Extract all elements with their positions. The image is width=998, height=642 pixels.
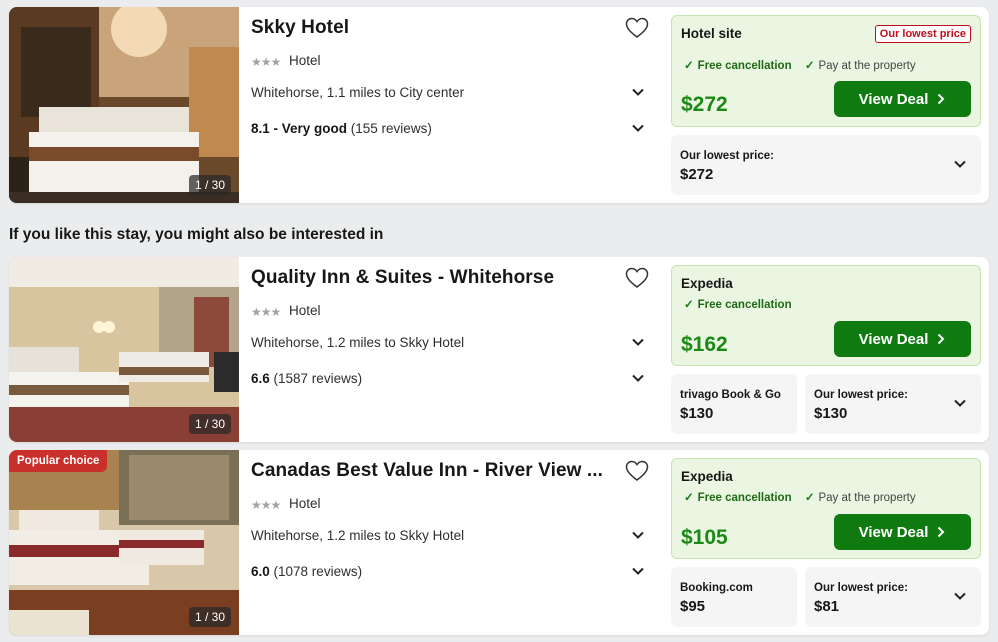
sub-label: Booking.com (680, 582, 753, 594)
hotel-name[interactable]: Canadas Best Value Inn - River View ... (251, 460, 606, 482)
chevron-down-icon (632, 338, 644, 346)
top-deal-panel[interactable]: Expedia ✓ Free cancellation ✓ Pay at the p… (671, 458, 981, 559)
location-row[interactable]: Whitehorse, 1.2 miles to Skky Hotel (251, 335, 647, 350)
alt-deal-booking[interactable]: Booking.com $95 (671, 567, 797, 627)
sub-label: Our lowest price: (814, 582, 908, 594)
review-count: (155 reviews) (347, 121, 432, 136)
hotel-room-image (9, 7, 239, 203)
hotel-card-canadas-best-value[interactable]: Popular choice 1 / 30 Canadas Best Value… (9, 450, 989, 635)
top-deal-panel[interactable]: Expedia ✓ Free cancellation $162 View Dea… (671, 265, 981, 366)
photo-counter: 1 / 30 (188, 414, 231, 434)
sub-label: Our lowest price: (680, 150, 774, 162)
sub-price: $95 (680, 598, 706, 615)
accommodation-type: Hotel (289, 496, 321, 511)
rating-row[interactable]: 6.0 (1078 reviews) (251, 564, 647, 579)
deal-perks: ✓ Free cancellation ✓ Pay at the property (684, 58, 926, 72)
location-text: Whitehorse, 1.1 miles to City center (251, 85, 465, 100)
chevron-down-icon (632, 124, 644, 132)
hotel-photo[interactable]: 1 / 30 (9, 7, 239, 203)
sub-price: $81 (814, 598, 840, 615)
photo-counter: 1 / 30 (188, 607, 231, 627)
view-deal-button[interactable]: View Deal (834, 81, 971, 117)
check-icon: ✓ (804, 60, 815, 72)
lowest-price-badge: Our lowest price (874, 25, 971, 43)
hotel-photo[interactable]: 1 / 30 (9, 257, 239, 442)
check-icon: ✓ (684, 492, 694, 504)
deal-price: $162 (681, 333, 728, 356)
chevron-down-icon (632, 88, 644, 96)
chevron-down-icon (632, 567, 644, 575)
star-rating-icons: ★★★ (251, 55, 281, 69)
hotel-photo[interactable]: Popular choice 1 / 30 (9, 450, 239, 635)
favorite-heart-icon[interactable] (625, 267, 649, 289)
perk-free-cancellation: ✓ Free cancellation (684, 492, 792, 504)
view-deal-button[interactable]: View Deal (834, 514, 971, 550)
location-row[interactable]: Whitehorse, 1.2 miles to Skky Hotel (251, 528, 647, 543)
chevron-down-icon (954, 399, 966, 407)
accommodation-type: Hotel (289, 53, 321, 68)
favorite-heart-icon[interactable] (625, 460, 649, 482)
check-icon: ✓ (684, 60, 694, 72)
view-deal-button[interactable]: View Deal (834, 321, 971, 357)
sub-price: $130 (814, 405, 848, 422)
review-count: (1078 reviews) (269, 564, 363, 579)
deal-price: $105 (681, 526, 728, 549)
popular-choice-badge: Popular choice (9, 450, 108, 472)
section-heading: If you like this stay, you might also be… (9, 226, 384, 243)
lowest-price-dropdown[interactable]: Our lowest price: $81 (805, 567, 981, 627)
hotel-name[interactable]: Skky Hotel (251, 17, 606, 39)
location-text: Whitehorse, 1.2 miles to Skky Hotel (251, 335, 465, 350)
perk-pay-at-property: ✓ Pay at the property (804, 492, 916, 504)
check-icon: ✓ (684, 299, 694, 311)
rating-row[interactable]: 8.1 - Very good (155 reviews) (251, 121, 647, 136)
deal-price: $272 (681, 93, 728, 116)
lowest-price-dropdown[interactable]: Our lowest price: $130 (805, 374, 981, 434)
deal-provider: Expedia (681, 276, 733, 291)
rating-score: 6.6 (251, 371, 270, 386)
hotel-card-skky[interactable]: 1 / 30 Skky Hotel ★★★ Hotel Whitehorse, … (9, 7, 989, 203)
favorite-heart-icon[interactable] (625, 17, 649, 39)
rating-score: 6.0 (251, 564, 270, 579)
hotel-name[interactable]: Quality Inn & Suites - Whitehorse (251, 267, 606, 289)
chevron-right-icon (938, 93, 945, 105)
perk-free-cancellation: ✓ Free cancellation (684, 299, 792, 311)
deal-perks: ✓ Free cancellation ✓ Pay at the property (684, 490, 926, 504)
accommodation-type: Hotel (289, 303, 321, 318)
sub-price: $130 (680, 405, 714, 422)
sub-price: $272 (680, 166, 714, 183)
sub-label: Our lowest price: (814, 389, 908, 401)
perk-pay-at-property: ✓ Pay at the property (804, 60, 916, 72)
rating-row[interactable]: 6.6 (1587 reviews) (251, 371, 647, 386)
perk-free-cancellation: ✓ Free cancellation (684, 60, 792, 72)
sub-label: trivago Book & Go (680, 389, 781, 401)
rating-score: 8.1 - Very good (251, 121, 348, 136)
chevron-down-icon (632, 374, 644, 382)
hotel-card-quality-inn[interactable]: 1 / 30 Quality Inn & Suites - Whitehorse… (9, 257, 989, 442)
check-icon: ✓ (804, 492, 815, 504)
top-deal-panel[interactable]: Hotel site Our lowest price ✓ Free cancel… (671, 15, 981, 127)
lowest-price-dropdown[interactable]: Our lowest price: $272 (671, 135, 981, 195)
alt-deal-trivago[interactable]: trivago Book & Go $130 (671, 374, 797, 434)
deal-provider: Expedia (681, 469, 733, 484)
review-count: (1587 reviews) (269, 371, 363, 386)
photo-counter: 1 / 30 (188, 175, 231, 195)
location-text: Whitehorse, 1.2 miles to Skky Hotel (251, 528, 465, 543)
chevron-down-icon (954, 592, 966, 600)
location-row[interactable]: Whitehorse, 1.1 miles to City center (251, 85, 647, 100)
deal-perks: ✓ Free cancellation (684, 297, 802, 311)
star-rating-icons: ★★★ (251, 498, 281, 512)
star-rating-icons: ★★★ (251, 305, 281, 319)
chevron-down-icon (632, 531, 644, 539)
chevron-down-icon (954, 160, 966, 168)
deal-provider: Hotel site (681, 26, 742, 41)
chevron-right-icon (938, 333, 945, 345)
chevron-right-icon (938, 526, 945, 538)
